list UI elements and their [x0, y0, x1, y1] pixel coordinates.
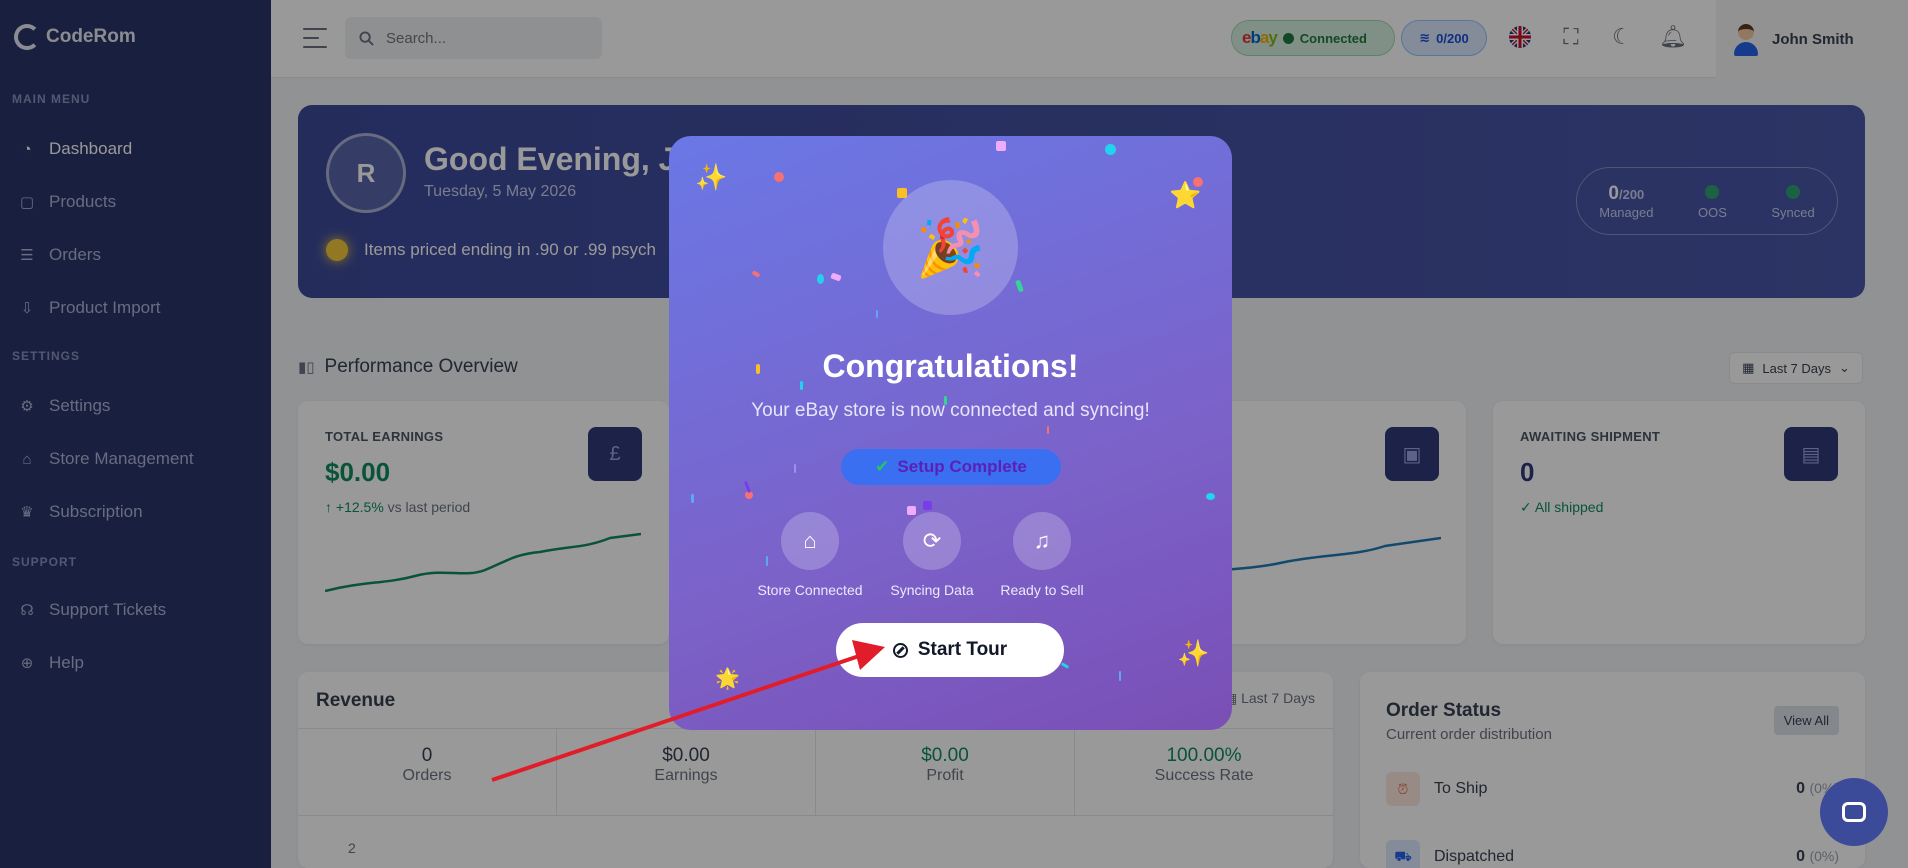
star-icon: ⭐ — [1169, 180, 1202, 210]
confetti-icon — [1060, 662, 1070, 669]
sync-icon: ⟳ — [903, 512, 961, 570]
confetti-icon — [774, 172, 784, 182]
confetti-icon — [691, 494, 694, 503]
start-tour-button[interactable]: Start Tour — [836, 623, 1064, 677]
step-ready-to-sell: ♫ Ready to Sell — [987, 512, 1097, 598]
confetti-icon — [1047, 426, 1049, 434]
confetti-icon — [794, 464, 796, 473]
confetti-icon — [1119, 671, 1121, 681]
confetti-icon — [830, 272, 842, 282]
step-store-connected: ⌂ Store Connected — [755, 512, 865, 598]
compass-icon — [892, 642, 908, 658]
sparkles-icon: ✨ — [695, 162, 728, 192]
confetti-icon — [876, 310, 878, 318]
check-icon: ✔ — [875, 457, 890, 476]
confetti-icon — [923, 501, 932, 510]
congratulations-modal: ✨ ⭐ ✨ 🌟 🎉 Congratulations! Your eBay sto… — [669, 136, 1232, 730]
confetti-icon — [1105, 144, 1116, 155]
sun-icon: 🌟 — [715, 668, 740, 690]
confetti-icon — [996, 141, 1006, 151]
step-syncing-data: ⟳ Syncing Data — [877, 512, 987, 598]
modal-subtitle: Your eBay store is now connected and syn… — [751, 400, 1150, 421]
store-icon: ⌂ — [781, 512, 839, 570]
chat-bubble-icon — [1842, 802, 1866, 822]
bell-icon: ♫ — [1013, 512, 1071, 570]
sparkles-icon: ✨ — [1177, 638, 1210, 668]
modal-title: Congratulations! — [822, 348, 1079, 384]
party-popper-icon: 🎉 — [883, 180, 1018, 315]
setup-complete-badge: ✔ Setup Complete — [841, 449, 1061, 485]
chat-support-button[interactable] — [1820, 778, 1888, 846]
confetti-icon — [751, 270, 761, 278]
confetti-icon — [1015, 279, 1024, 293]
confetti-icon — [817, 274, 824, 284]
confetti-icon — [1206, 493, 1215, 500]
